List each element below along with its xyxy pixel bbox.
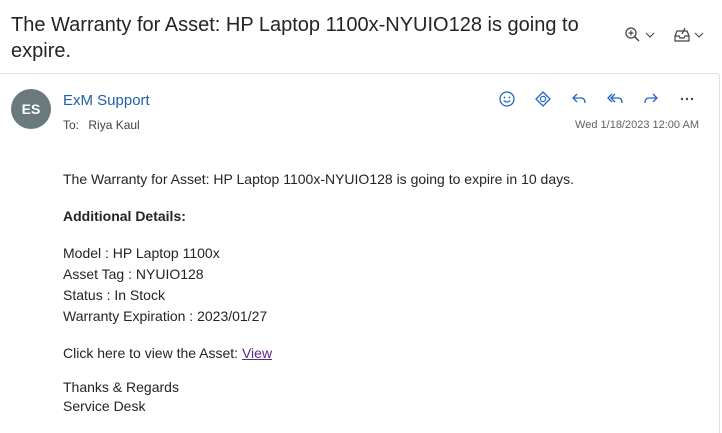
details-heading: Additional Details: (63, 208, 186, 224)
avatar: ES (11, 89, 51, 129)
smiley-icon (499, 91, 515, 107)
sent-date: Wed 1/18/2023 12:00 AM (575, 119, 699, 131)
view-link[interactable]: View (242, 345, 272, 361)
zoom-button[interactable] (624, 26, 655, 44)
reply-all-button[interactable] (604, 89, 626, 109)
reply-icon (572, 93, 586, 104)
message-actions (496, 89, 698, 109)
to-label: To: (63, 118, 80, 132)
signature-line: Service Desk (63, 398, 146, 414)
inbox-button[interactable] (673, 26, 704, 44)
forward-button[interactable] (640, 89, 662, 109)
sender-name[interactable]: ExM Support (63, 92, 150, 109)
forward-icon (644, 93, 658, 104)
more-icon (680, 97, 694, 101)
view-line: Click here to view the Asset: View (63, 343, 574, 364)
more-button[interactable] (676, 89, 698, 109)
header-tools (624, 26, 704, 44)
message-body: The Warranty for Asset: HP Laptop 1100x-… (63, 169, 574, 416)
tray-icon (674, 27, 690, 42)
chevron-down-icon (694, 32, 704, 38)
loop-icon (535, 91, 551, 107)
view-prompt: Click here to view the Asset: (63, 345, 242, 361)
model-line: Model : HP Laptop 1100x (63, 245, 220, 261)
asset-tag-line: Asset Tag : NYUIO128 (63, 266, 204, 282)
recipient-name[interactable]: Riya Kaul (88, 118, 139, 132)
status-line: Status : In Stock (63, 287, 165, 303)
regards-line: Thanks & Regards (63, 379, 179, 395)
warranty-line: Warranty Expiration : 2023/01/27 (63, 308, 268, 324)
email-subject: The Warranty for Asset: HP Laptop 1100x-… (11, 14, 579, 62)
intro-text: The Warranty for Asset: HP Laptop 1100x-… (63, 171, 575, 187)
chevron-down-icon (645, 32, 655, 38)
recipient-line: To: Riya Kaul (63, 118, 140, 132)
loop-button[interactable] (532, 89, 554, 109)
reply-button[interactable] (568, 89, 590, 109)
reaction-button[interactable] (496, 89, 518, 109)
zoom-in-icon (625, 27, 640, 42)
reply-all-icon (607, 93, 623, 104)
